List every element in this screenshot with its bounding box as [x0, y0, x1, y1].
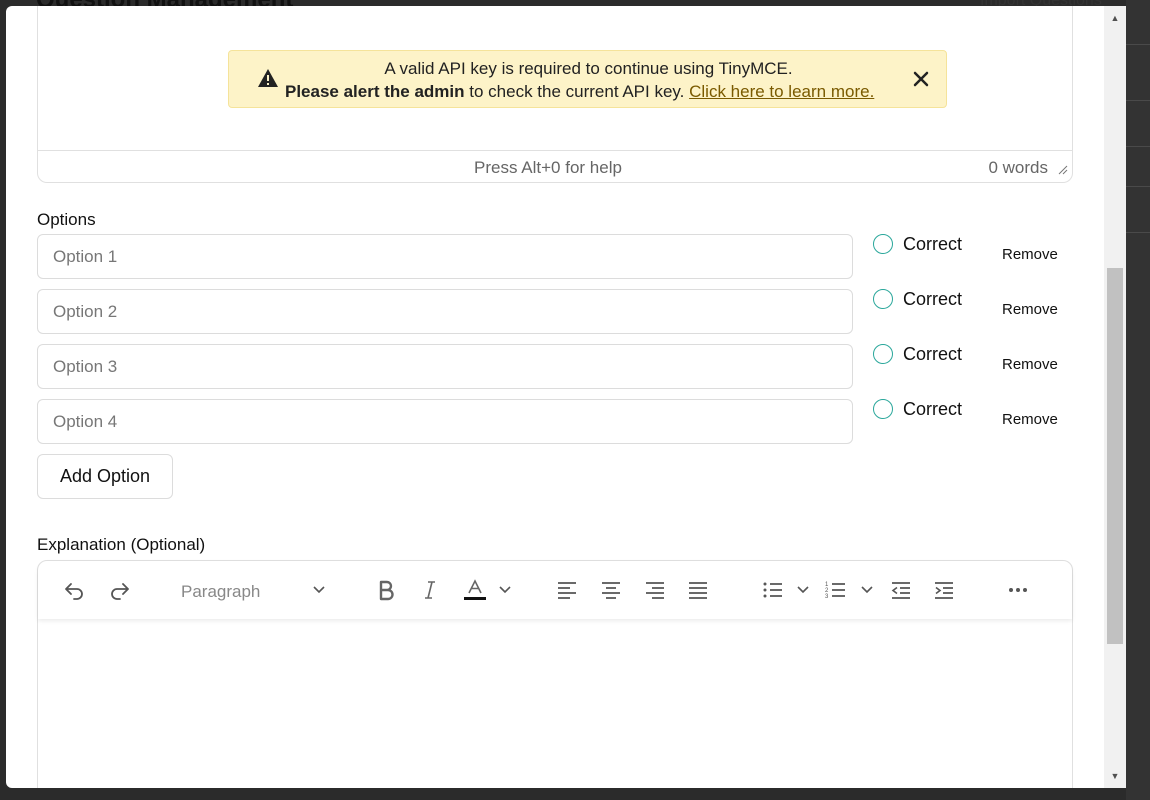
indent-icon[interactable]: [931, 578, 957, 602]
align-right-icon[interactable]: [642, 578, 668, 602]
remove-option-1-button[interactable]: Remove: [1002, 246, 1058, 263]
editor-statusbar: Press Alt+0 for help 0 words: [38, 150, 1072, 182]
chevron-down-icon[interactable]: [308, 578, 330, 602]
remove-option-2-button[interactable]: Remove: [1002, 301, 1058, 318]
close-icon[interactable]: [910, 68, 932, 90]
redo-icon[interactable]: [106, 578, 134, 602]
remove-option-3-button[interactable]: Remove: [1002, 356, 1058, 373]
notice-bold: Please alert the admin: [285, 82, 465, 101]
scroll-down-arrow-icon[interactable]: ▼: [1104, 766, 1126, 786]
correct-radio-4[interactable]: [873, 399, 893, 419]
notice-text: to check the current API key.: [464, 82, 690, 101]
scrollbar-thumb[interactable]: [1107, 268, 1123, 644]
correct-radio-3[interactable]: [873, 344, 893, 364]
options-label: Options: [37, 210, 96, 229]
numbered-list-icon[interactable]: 123: [823, 578, 849, 602]
align-center-icon[interactable]: [598, 578, 624, 602]
remove-option-4-button[interactable]: Remove: [1002, 411, 1058, 428]
text-color-icon[interactable]: [460, 578, 490, 602]
bold-icon[interactable]: [374, 578, 398, 602]
correct-radio-2[interactable]: [873, 289, 893, 309]
align-justify-icon[interactable]: [685, 578, 711, 602]
more-options-icon[interactable]: [1004, 578, 1032, 602]
chevron-down-icon[interactable]: [792, 578, 814, 602]
background-right-panel: [1126, 0, 1150, 800]
word-count[interactable]: 0 words: [988, 158, 1048, 178]
option-input-3[interactable]: [37, 344, 853, 389]
correct-label-1: Correct: [903, 234, 963, 254]
correct-label-4: Correct: [903, 399, 963, 419]
question-modal: A valid API key is required to continue …: [6, 6, 1104, 788]
chevron-down-icon[interactable]: [856, 578, 878, 602]
undo-icon[interactable]: [60, 578, 88, 602]
outdent-icon[interactable]: [888, 578, 914, 602]
notice-detail: Please alert the admin to check the curr…: [285, 82, 874, 102]
bullet-list-icon[interactable]: [760, 578, 786, 602]
option-input-4[interactable]: [37, 399, 853, 444]
editor-toolbar: Paragraph 1 2 3: [38, 561, 1072, 619]
option-input-1[interactable]: [37, 234, 853, 279]
correct-label-3: Correct: [903, 344, 963, 364]
correct-label-2: Correct: [903, 289, 963, 309]
block-format-select[interactable]: Paragraph: [181, 582, 260, 602]
learn-more-link[interactable]: Click here to learn more.: [689, 82, 874, 101]
api-key-notice: A valid API key is required to continue …: [228, 50, 947, 108]
svg-text:3: 3: [825, 594, 829, 600]
question-editor: A valid API key is required to continue …: [37, 6, 1073, 183]
chevron-down-icon[interactable]: [494, 578, 516, 602]
notice-message: A valid API key is required to continue …: [384, 59, 793, 78]
italic-icon[interactable]: [418, 578, 442, 602]
align-left-icon[interactable]: [554, 578, 580, 602]
correct-radio-1[interactable]: [873, 234, 893, 254]
add-option-button[interactable]: Add Option: [37, 454, 173, 499]
option-input-2[interactable]: [37, 289, 853, 334]
scroll-up-arrow-icon[interactable]: ▲: [1104, 8, 1126, 28]
explanation-editor[interactable]: Paragraph 1 2 3: [37, 560, 1073, 788]
help-text: Press Alt+0 for help: [474, 158, 622, 177]
modal-scrollbar[interactable]: ▲ ▼: [1104, 6, 1126, 788]
resize-handle-icon[interactable]: [1058, 165, 1068, 175]
explanation-label: Explanation (Optional): [37, 535, 206, 554]
